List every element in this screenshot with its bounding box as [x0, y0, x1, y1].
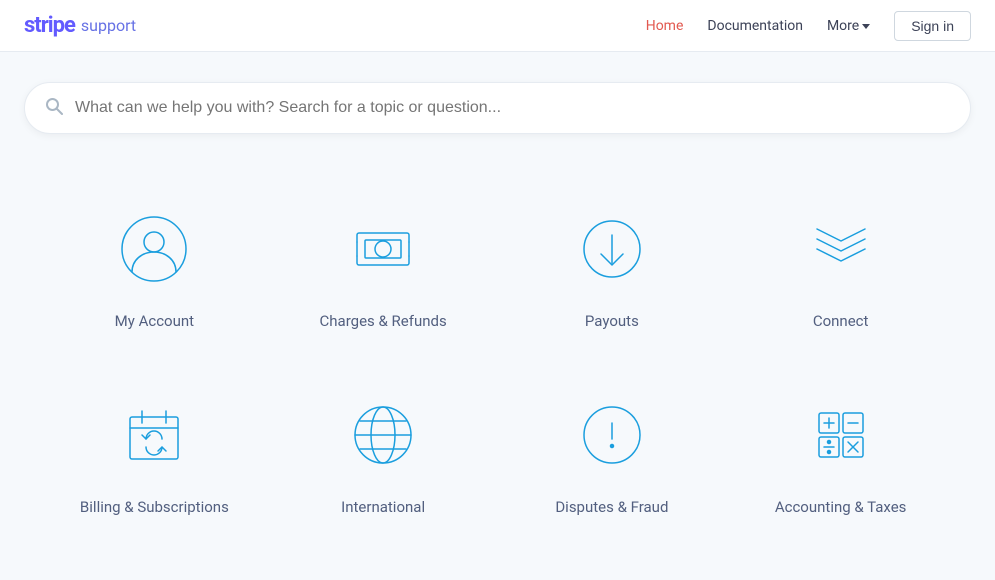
support-label: support — [81, 16, 136, 35]
payouts-label: Payouts — [585, 312, 639, 330]
international-icon — [338, 390, 428, 480]
category-grid: My Account Charges & Refunds — [0, 154, 995, 566]
accounting-taxes-label: Accounting & Taxes — [775, 498, 907, 516]
navbar: stripe support Home Documentation More S… — [0, 0, 995, 52]
category-charges-refunds[interactable]: Charges & Refunds — [269, 174, 498, 360]
charges-refunds-icon — [338, 204, 428, 294]
category-disputes-fraud[interactable]: Disputes & Fraud — [498, 360, 727, 546]
search-icon — [45, 97, 63, 119]
connect-icon — [796, 204, 886, 294]
nav-more[interactable]: More — [827, 18, 870, 34]
international-label: International — [341, 498, 425, 516]
chevron-down-icon — [862, 24, 870, 29]
nav-documentation[interactable]: Documentation — [707, 18, 803, 34]
my-account-icon — [109, 204, 199, 294]
billing-subscriptions-icon — [109, 390, 199, 480]
my-account-label: My Account — [115, 312, 194, 330]
brand-area: stripe support — [24, 13, 136, 38]
category-accounting-taxes[interactable]: Accounting & Taxes — [726, 360, 955, 546]
category-my-account[interactable]: My Account — [40, 174, 269, 360]
nav-home[interactable]: Home — [646, 18, 684, 34]
stripe-logo: stripe — [24, 13, 75, 38]
category-international[interactable]: International — [269, 360, 498, 546]
nav-links: Home Documentation More Sign in — [646, 11, 971, 41]
search-section — [0, 52, 995, 154]
charges-refunds-label: Charges & Refunds — [320, 312, 447, 330]
sign-in-button[interactable]: Sign in — [894, 11, 971, 41]
search-input[interactable] — [75, 99, 950, 117]
category-billing-subscriptions[interactable]: Billing & Subscriptions — [40, 360, 269, 546]
search-bar — [24, 82, 971, 134]
category-connect[interactable]: Connect — [726, 174, 955, 360]
billing-subscriptions-label: Billing & Subscriptions — [80, 498, 229, 516]
connect-label: Connect — [813, 312, 869, 330]
accounting-taxes-icon — [796, 390, 886, 480]
category-payouts[interactable]: Payouts — [498, 174, 727, 360]
disputes-fraud-icon — [567, 390, 657, 480]
disputes-fraud-label: Disputes & Fraud — [555, 498, 668, 516]
payouts-icon — [567, 204, 657, 294]
